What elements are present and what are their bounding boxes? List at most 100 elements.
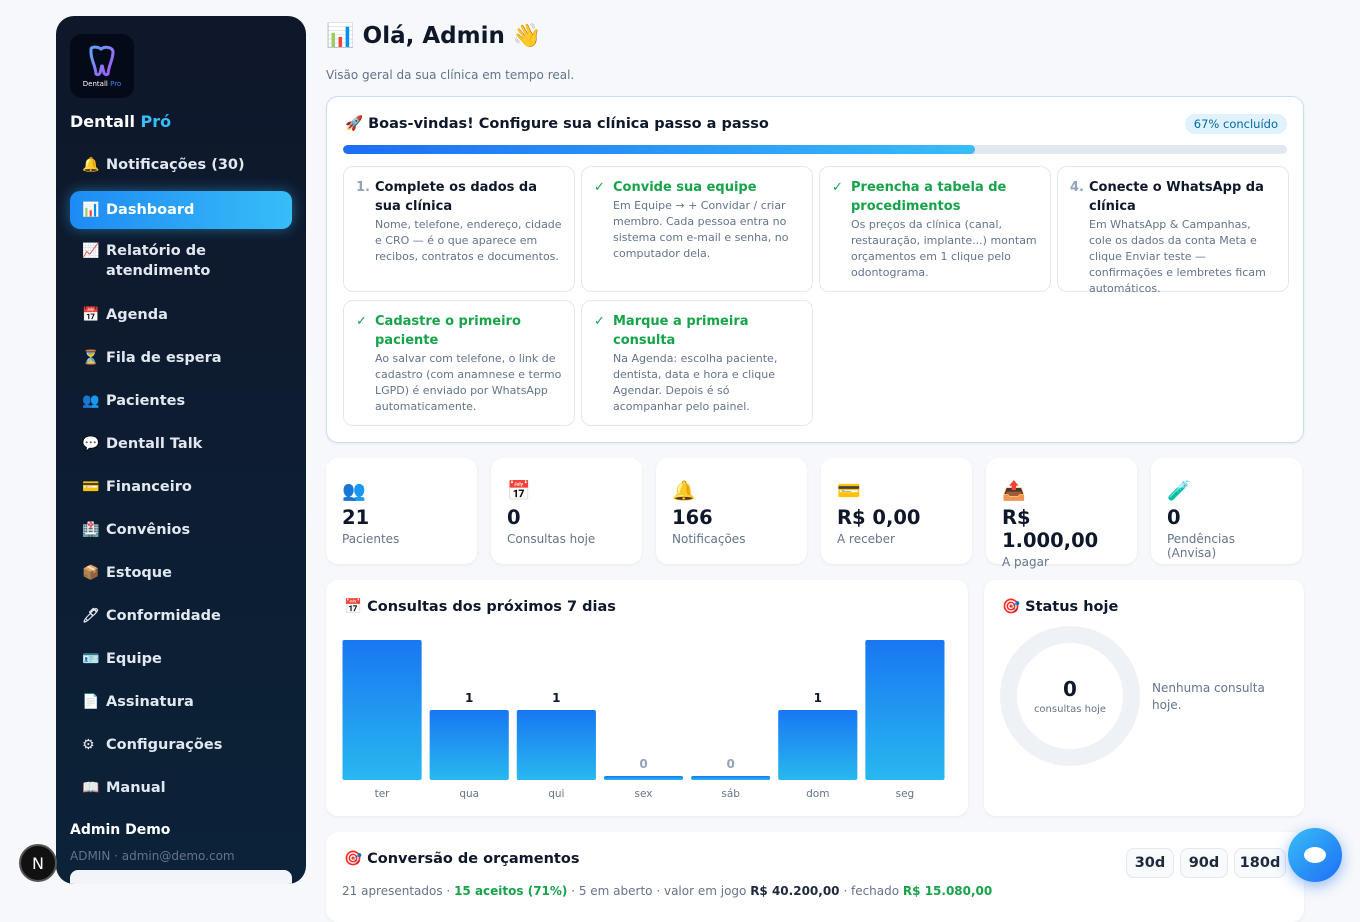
bar-value-label: 1	[465, 691, 473, 705]
sidebar-item-convenios[interactable]: 🏥 Convênios	[70, 511, 292, 554]
range-90d-button[interactable]: 90d	[1180, 848, 1228, 878]
step-marker: 4.	[1070, 180, 1084, 195]
chart-icon: 📊	[82, 202, 100, 218]
chart-icon: 📊	[326, 23, 355, 49]
pen-icon: 🖊	[82, 608, 100, 624]
bell-icon: 🔔	[82, 157, 100, 173]
bar-value-label: 1	[552, 691, 560, 705]
sidebar: Dentall Pro Dentall Pró 🔔 Notificações (3…	[56, 16, 306, 884]
check-icon: ✓	[594, 180, 605, 195]
onboarding-step[interactable]: 1. Complete os dados da sua clínica Nome,…	[343, 166, 575, 292]
insurance-icon: 🏥	[82, 522, 100, 538]
sidebar-item-conformidade[interactable]: 🖊 Conformidade	[70, 597, 292, 640]
onboarding-step[interactable]: ✓ Convide sua equipe Em Equipe → + Convid…	[581, 166, 813, 292]
x-tick-label: qui	[548, 788, 564, 800]
sidebar-item-relatorio[interactable]: 📈 Relatório de atendimento	[70, 232, 292, 296]
id-card-icon: 🪪	[82, 651, 100, 667]
bar-sex[interactable]	[603, 776, 684, 780]
onboarding-step[interactable]: ✓ Cadastre o primeiro paciente Ao salvar …	[343, 300, 575, 426]
stat-card-pendencias[interactable]: 🧪 0 Pendências (Anvisa)	[1151, 458, 1302, 564]
document-icon: 📄	[82, 694, 100, 710]
stat-card-consultas-hoje[interactable]: 📅 0 Consultas hoje	[491, 458, 642, 564]
target-icon: 🎯	[1002, 599, 1021, 615]
range-180d-button[interactable]: 180d	[1234, 848, 1286, 878]
step-title: Convide sua equipe	[613, 180, 757, 195]
check-icon: ✓	[356, 314, 367, 329]
sidebar-item-label: Equipe	[106, 651, 162, 667]
check-icon: ✓	[594, 314, 605, 329]
sidebar-item-fila-de-espera[interactable]: ⏳ Fila de espera	[70, 339, 292, 382]
bell-icon: 🔔	[672, 480, 696, 502]
x-tick-label: sáb	[721, 788, 740, 800]
range-30d-button[interactable]: 30d	[1126, 848, 1174, 878]
dev-tools-badge[interactable]: N	[19, 844, 57, 882]
sidebar-item-configuracoes[interactable]: ⚙ Configurações	[70, 726, 292, 769]
sidebar-item-financeiro[interactable]: 💳 Financeiro	[70, 468, 292, 511]
bar-qui[interactable]	[516, 710, 596, 780]
stat-value: 0	[1167, 506, 1181, 529]
stat-value: 166	[672, 506, 713, 529]
stat-card-notificacoes[interactable]: 🔔 166 Notificações	[656, 458, 807, 564]
stat-card-a-pagar[interactable]: 📤 R$ 1.000,00 A pagar	[986, 458, 1137, 569]
onboarding-step[interactable]: 4. Conecte o WhatsApp da clínica Em Whats…	[1057, 166, 1289, 295]
bar-seg[interactable]	[865, 640, 945, 780]
bar-dom[interactable]	[778, 710, 858, 780]
onboarding-step[interactable]: ✓ Preencha a tabela de procedimentos Os p…	[819, 166, 1051, 292]
x-tick-label: dom	[806, 788, 829, 800]
chat-button[interactable]	[1288, 828, 1342, 882]
talk-icon: 💬	[82, 436, 100, 452]
sidebar-item-dentall-talk[interactable]: 💬 Dentall Talk	[70, 425, 292, 468]
stat-card-pacientes[interactable]: 👥 21 Pacientes	[326, 458, 477, 564]
stat-card-a-receber[interactable]: 💳 R$ 0,00 A receber	[821, 458, 972, 564]
sidebar-item-estoque[interactable]: 📦 Estoque	[70, 554, 292, 597]
rocket-icon: 🚀	[345, 116, 364, 132]
stat-label: Pacientes	[342, 532, 400, 546]
tooth-logo-icon	[89, 45, 115, 77]
bar-value-label: 0	[639, 757, 647, 771]
x-tick-label: qua	[459, 788, 479, 800]
stat-value: R$ 1.000,00	[1002, 506, 1099, 552]
sidebar-item-dashboard[interactable]: 📊 Dashboard	[70, 191, 292, 229]
hourglass-icon: ⏳	[82, 350, 100, 366]
target-icon: 🎯	[344, 851, 363, 867]
sidebar-item-manual[interactable]: 📖 Manual	[70, 769, 292, 812]
progress-fill	[343, 145, 976, 154]
sidebar-item-label: Fila de espera	[106, 350, 222, 366]
appointments-chart-card: 📅 Consultas dos próximos 7 dias 2ter1qua…	[326, 580, 968, 816]
bar-ter[interactable]	[342, 640, 422, 780]
sidebar-item-equipe[interactable]: 🪪 Equipe	[70, 640, 292, 683]
conversion-summary: 21 apresentados · 15 aceitos (71%) · 5 e…	[342, 884, 993, 898]
page-subtitle: Visão geral da sua clínica em tempo real…	[326, 68, 575, 82]
sidebar-item-notificacoes[interactable]: 🔔 Notificações (30)	[70, 146, 292, 189]
stat-label: A pagar	[1002, 555, 1049, 569]
sidebar-item-label: Conformidade	[106, 608, 221, 624]
logout-button[interactable]	[70, 870, 292, 884]
gear-icon: ⚙	[82, 737, 95, 753]
step-description: Ao salvar com telefone, o link de cadast…	[375, 352, 562, 413]
onboarding-card: 🚀 Boas-vindas! Configure sua clínica pas…	[326, 96, 1304, 443]
trend-icon: 📈	[82, 243, 100, 259]
sidebar-item-agenda[interactable]: 📅 Agenda	[70, 296, 292, 339]
step-marker: 1.	[356, 180, 370, 195]
sidebar-item-label: Configurações	[106, 737, 223, 753]
sidebar-item-label: Dentall Talk	[106, 436, 203, 452]
onboarding-step[interactable]: ✓ Marque a primeira consulta Na Agenda: e…	[581, 300, 813, 426]
user-email: ADMIN · admin@demo.com	[70, 849, 235, 863]
test-tube-icon: 🧪	[1167, 480, 1191, 502]
sidebar-item-pacientes[interactable]: 👥 Pacientes	[70, 382, 292, 425]
step-title: Preencha a tabela de procedimentos	[851, 180, 1007, 214]
app-logo[interactable]: Dentall Pro	[70, 34, 134, 98]
sidebar-item-label: Convênios	[106, 522, 191, 538]
x-tick-label: ter	[375, 788, 391, 800]
sidebar-item-label: Agenda	[106, 307, 168, 323]
status-title: 🎯 Status hoje	[1002, 599, 1119, 615]
onboarding-title: 🚀 Boas-vindas! Configure sua clínica pas…	[345, 116, 769, 132]
bar-value-label: 1	[814, 691, 822, 705]
step-title: Complete os dados da sua clínica	[375, 180, 538, 214]
step-description: Nome, telefone, endereço, cidade e CRO —…	[375, 218, 562, 263]
sidebar-item-assinatura[interactable]: 📄 Assinatura	[70, 683, 292, 726]
bar-sáb[interactable]	[691, 776, 771, 780]
bar-qua[interactable]	[429, 710, 509, 780]
bar-value-label: 0	[726, 757, 734, 771]
stat-value: 21	[342, 506, 370, 529]
